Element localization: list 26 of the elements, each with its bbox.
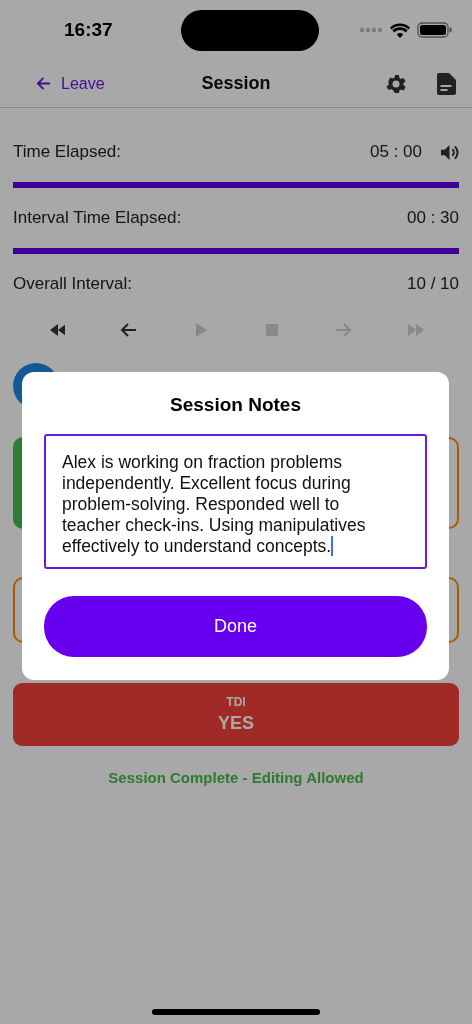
timer-value: 05 : 00: [370, 142, 422, 162]
notes-field[interactable]: Alex is working on fraction problems independently. Excellent focus during problem-solving. Responded well to teacher check-ins. Using manipulatives effectively to understand concepts.: [44, 434, 427, 569]
text-caret: [331, 536, 334, 556]
row-label: Overall Interval:: [13, 274, 133, 294]
speaker-icon: [440, 143, 459, 161]
document-icon: [436, 72, 456, 95]
signal-icon: [359, 27, 383, 33]
row-label: Interval Time Elapsed:: [13, 208, 182, 228]
status-time: 16:37: [64, 19, 114, 41]
fast-forward-icon: [407, 321, 425, 339]
back-arrow-icon: [36, 76, 51, 91]
right-arrow-icon: [335, 321, 353, 339]
notes-button[interactable]: [436, 72, 456, 95]
sound-button[interactable]: [440, 143, 459, 161]
timer-value: 10 / 10: [407, 274, 459, 294]
status-message: Session Complete - Editing Allowed: [107, 769, 365, 786]
stop-icon: [263, 321, 281, 339]
timer-value: 00 : 30: [407, 208, 459, 228]
battery-icon: [417, 22, 452, 38]
left-arrow-icon: [119, 321, 137, 339]
wifi-icon: [390, 22, 410, 38]
screen-title: Session: [200, 73, 272, 94]
done-button[interactable]: Done: [44, 596, 427, 657]
row-label: Time Elapsed:: [13, 142, 122, 162]
leave-button[interactable]: Leave: [36, 74, 176, 93]
dialog-title: Session Notes: [170, 394, 301, 416]
